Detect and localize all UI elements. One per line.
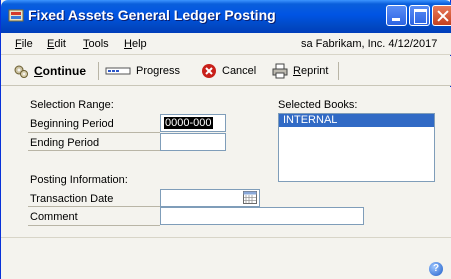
title-bar[interactable]: Fixed Assets General Ledger Posting [1,0,451,33]
menu-file[interactable]: File [15,38,33,50]
help-icon[interactable]: ? [429,262,443,276]
maximize-button[interactable] [409,5,430,26]
row-divider [28,206,160,207]
comment-field[interactable] [160,207,364,225]
selection-range-label: Selection Range: [30,99,114,111]
row-divider [28,225,160,226]
posting-information-label: Posting Information: [30,174,128,186]
posting-window: Fixed Assets General Ledger Posting File… [0,0,451,279]
close-button[interactable] [432,5,451,26]
menu-help[interactable]: Help [124,38,147,50]
form-area: Selection Range: Beginning Period 0000-0… [1,87,451,279]
row-divider [28,132,160,133]
calendar-icon[interactable] [243,191,257,204]
comment-label: Comment [30,211,78,223]
printer-icon [272,63,288,79]
cancel-button[interactable]: Cancel [201,63,256,79]
row-divider [28,150,160,151]
minimize-button[interactable] [386,5,407,26]
toolbar: Continue Progress Cancel Reprint [1,56,451,86]
beginning-period-field[interactable]: 0000-000 [160,114,226,132]
ending-period-label: Ending Period [30,137,100,149]
toolbar-separator-end [338,62,339,80]
toolbar-separator [98,62,99,80]
selected-books-list[interactable]: INTERNAL [278,113,435,182]
continue-button[interactable]: Continue [13,63,86,79]
transaction-date-label: Transaction Date [30,193,114,205]
cancel-x-icon [202,64,216,78]
progress-bar-icon [105,67,131,75]
menu-edit[interactable]: Edit [47,38,66,50]
selected-books-label: Selected Books: [278,99,358,111]
progress-button[interactable]: Progress [105,63,180,79]
fixed-assets-app-icon [8,9,24,22]
window-title: Fixed Assets General Ledger Posting [28,7,276,23]
menu-tools[interactable]: Tools [83,38,109,50]
list-item[interactable]: INTERNAL [279,114,434,127]
menu-bar: File Edit Tools Help sa Fabrikam, Inc. 4… [1,33,451,55]
ending-period-field[interactable] [160,133,226,151]
footer-divider [1,237,451,238]
gears-icon [14,65,28,78]
reprint-button[interactable]: Reprint [272,63,328,79]
company-info: sa Fabrikam, Inc. 4/12/2017 [301,38,438,50]
beginning-period-label: Beginning Period [30,118,114,130]
